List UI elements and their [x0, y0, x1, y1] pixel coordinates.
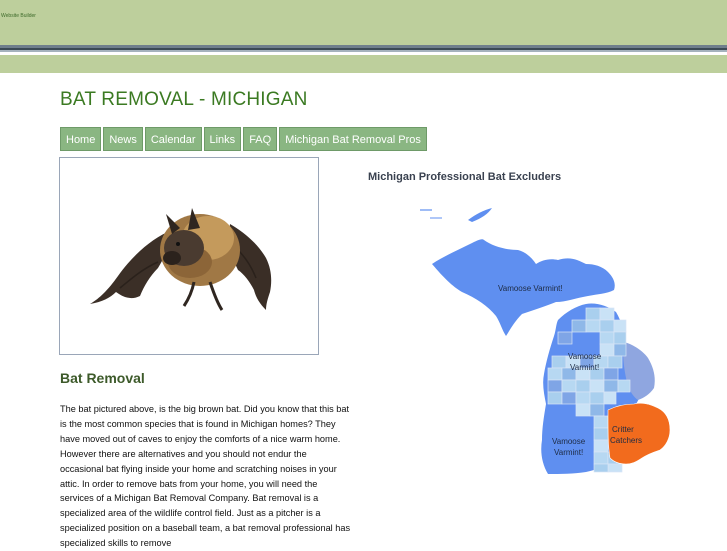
isle-royale-shape [468, 208, 492, 222]
sub-banner [0, 55, 727, 73]
map-heading: Michigan Professional Bat Excluders [368, 171, 562, 183]
region-label-west: Varmint! [554, 448, 583, 457]
divider-stripe [0, 50, 727, 52]
site-title: BAT REMOVAL - MICHIGAN [60, 89, 308, 110]
nav-home[interactable]: Home [60, 127, 102, 151]
main-nav: Home News Calendar Links FAQ Michigan Ba… [60, 127, 427, 151]
nav-faq[interactable]: FAQ [243, 127, 278, 151]
region-label-upper: Vamoose Varmint! [498, 284, 563, 293]
region-label-west: Vamoose [552, 437, 586, 446]
region-label-north: Varmint! [570, 363, 599, 372]
michigan-map: Vamoose Varmint! Vamoose Varmint! Vamoos… [420, 208, 671, 474]
article-body: The bat pictured above, is the big brown… [60, 404, 351, 549]
bat-image [90, 208, 272, 311]
nav-bat-removal-pros[interactable]: Michigan Bat Removal Pros [279, 127, 427, 151]
nav-links[interactable]: Links [203, 127, 242, 151]
top-banner: Website Builder [0, 0, 727, 45]
region-label-north: Vamoose [568, 352, 602, 361]
article-heading: Bat Removal [60, 370, 145, 386]
bat-photo [59, 157, 319, 355]
nav-news[interactable]: News [103, 127, 143, 151]
region-label-southeast: Critter [612, 425, 634, 434]
website-builder-link[interactable]: Website Builder [1, 13, 36, 19]
region-label-southeast: Catchers [610, 436, 642, 445]
nav-calendar[interactable]: Calendar [144, 127, 202, 151]
